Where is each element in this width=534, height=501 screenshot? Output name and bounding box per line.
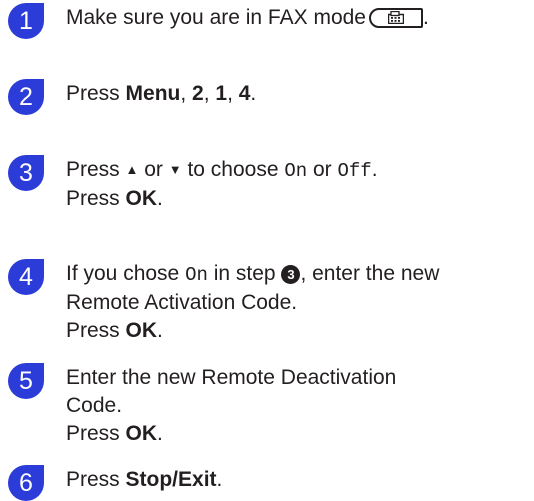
step-3-choose: to choose [181, 158, 285, 181]
step-3-or-2: or [307, 158, 338, 181]
separator: , [227, 82, 239, 105]
step-number-6: 6 [8, 465, 44, 501]
step-6-press: Press [66, 468, 126, 491]
up-arrow-icon: ▲ [125, 162, 139, 177]
step-2-line: Press Menu, 2, 1, 4. [66, 80, 531, 108]
step-number-4: 4 [8, 259, 44, 295]
step-1-text: Make sure you are in FAX mode. [66, 4, 531, 32]
step-2-text: Press Menu, 2, 1, 4. [66, 80, 531, 108]
step-3-line-2: Press OK. [66, 185, 531, 213]
menu-key-label: Menu [125, 82, 181, 105]
step-number-3: 3 [8, 155, 44, 191]
step-4-text: If you chose On in step 3, enter the new… [66, 260, 531, 345]
step-3-or: or [138, 158, 169, 181]
step-3-period-2: . [157, 187, 163, 210]
step-5-period: . [157, 422, 163, 445]
step-5-press: Press [66, 422, 126, 445]
key-1-label: 1 [215, 82, 228, 105]
step-4-line-2: Remote Activation Code. [66, 291, 298, 314]
step-number-5: 5 [8, 363, 44, 399]
step-1-text-part: Make sure you are in FAX mode [66, 6, 366, 29]
separator: , [180, 82, 193, 105]
step-6-line: Press Stop/Exit. [66, 466, 531, 494]
option-on: On [185, 264, 208, 286]
step-4-period: . [157, 319, 163, 342]
option-off: Off [337, 160, 372, 182]
step-number-1: 1 [8, 3, 44, 39]
ok-key-label: OK [125, 187, 158, 210]
step-3-press: Press [66, 158, 126, 181]
step-reference-badge: 3 [281, 265, 301, 284]
separator: , [203, 82, 216, 105]
step-1-period: . [422, 6, 429, 29]
step-4-line-3: Press OK. [66, 317, 531, 345]
step-6-text: Press Stop/Exit. [66, 466, 531, 494]
fax-mode-key-icon [368, 8, 423, 28]
step-number-2: 2 [8, 79, 44, 115]
step-5-text: Enter the new Remote Deactivation Code. … [66, 364, 531, 448]
step-6-period: . [216, 468, 223, 491]
step-4-if: If you chose [66, 262, 186, 285]
ok-key-label: OK [125, 319, 158, 342]
step-3-press-ok: Press [66, 187, 126, 210]
step-4-press: Press [66, 319, 126, 342]
step-4-in-step: in step [207, 262, 282, 285]
step-2-press: Press [66, 82, 126, 105]
step-4-line-1: If you chose On in step 3, enter the new [66, 260, 531, 289]
step-5-line-1: Enter the new Remote Deactivation [66, 366, 397, 389]
down-arrow-icon: ▼ [168, 162, 182, 177]
step-3-period: . [371, 158, 378, 181]
step-1-line: Make sure you are in FAX mode. [66, 4, 531, 32]
ok-key-label: OK [125, 422, 158, 445]
key-4-label: 4 [238, 82, 251, 105]
option-on: On [284, 160, 308, 182]
key-2-label: 2 [192, 82, 204, 105]
step-4-enter: , enter the new [300, 262, 440, 285]
step-2-period: . [250, 82, 257, 105]
step-3-line-1: Press ▲ or ▼ to choose On or Off. [66, 156, 531, 185]
stop-exit-key-label: Stop/Exit [125, 468, 217, 491]
step-5-line-3: Press OK. [66, 420, 531, 448]
step-3-text: Press ▲ or ▼ to choose On or Off. Press … [66, 156, 531, 213]
step-5-line-2: Code. [66, 394, 123, 417]
